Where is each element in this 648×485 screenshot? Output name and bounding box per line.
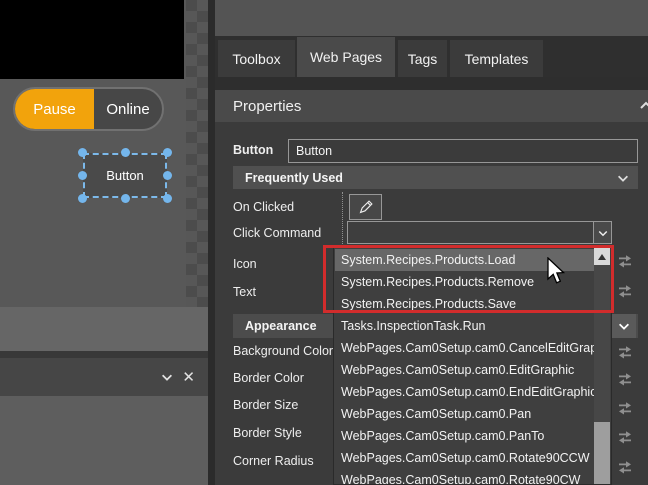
appearance-collapse-button[interactable] xyxy=(612,314,636,338)
resize-handle[interactable] xyxy=(163,194,172,203)
pause-label: Pause xyxy=(33,101,76,118)
tab-label: Tags xyxy=(408,51,438,67)
on-clicked-label: On Clicked xyxy=(233,200,294,214)
design-canvas[interactable]: Pause Online Button xyxy=(0,0,208,307)
click-command-label: Click Command xyxy=(233,226,321,240)
border-color-label: Border Color xyxy=(233,371,304,385)
element-type-label: Button xyxy=(233,143,273,157)
toolbar-strip xyxy=(215,0,648,36)
tab-label: Toolbox xyxy=(232,51,280,67)
dropdown-item[interactable]: WebPages.Cam0Setup.cam0.EditGraphic xyxy=(335,359,596,381)
panel-splitter[interactable] xyxy=(208,0,215,485)
tab-label: Web Pages xyxy=(310,49,382,65)
resize-handle[interactable] xyxy=(78,171,87,180)
swap-arrows-icon[interactable] xyxy=(615,253,635,269)
section-label: Frequently Used xyxy=(245,171,343,185)
chevron-down-icon xyxy=(617,319,631,333)
canvas-bottom-band xyxy=(0,307,208,351)
click-command-combobox[interactable] xyxy=(347,221,612,244)
background-color-label: Background Color xyxy=(233,344,333,358)
pause-online-toggle[interactable]: Pause Online xyxy=(13,87,164,131)
tab-tags[interactable]: Tags xyxy=(398,40,447,77)
text-label: Text xyxy=(233,285,256,299)
chevron-down-icon xyxy=(616,171,630,185)
pencil-icon xyxy=(357,199,374,216)
app-window: Pause Online Button ✕ Toolbox Web Pa xyxy=(0,0,648,485)
combobox-value xyxy=(348,222,593,243)
corner-radius-label: Corner Radius xyxy=(233,454,314,468)
section-label: Appearance xyxy=(245,319,317,333)
close-icon[interactable]: ✕ xyxy=(182,370,195,385)
pause-segment[interactable]: Pause xyxy=(15,89,94,129)
swap-arrows-icon[interactable] xyxy=(615,283,635,299)
tab-templates[interactable]: Templates xyxy=(450,40,543,77)
online-label: Online xyxy=(106,101,149,118)
resize-handle[interactable] xyxy=(163,171,172,180)
collapse-chevron-icon[interactable] xyxy=(160,370,174,384)
panel-tabbar: Toolbox Web Pages Tags Templates xyxy=(215,36,648,77)
resize-handle[interactable] xyxy=(78,148,87,157)
dropdown-item[interactable]: WebPages.Cam0Setup.cam0.EndEditGraphic xyxy=(335,381,596,403)
resize-handle[interactable] xyxy=(121,194,130,203)
mouse-cursor-icon xyxy=(546,257,568,287)
resize-handle[interactable] xyxy=(78,194,87,203)
border-size-label: Border Size xyxy=(233,398,298,412)
swap-arrows-icon[interactable] xyxy=(615,344,635,360)
tab-web-pages[interactable]: Web Pages xyxy=(297,37,395,77)
swap-arrows-icon[interactable] xyxy=(615,429,635,445)
dropdown-item[interactable]: WebPages.Cam0Setup.cam0.Pan xyxy=(335,403,596,425)
tab-label: Templates xyxy=(465,51,529,67)
properties-header[interactable]: Properties xyxy=(215,90,648,122)
camera-image-placeholder[interactable] xyxy=(0,0,184,79)
bottom-panel-body xyxy=(0,396,208,485)
dropdown-item[interactable]: WebPages.Cam0Setup.cam0.PanTo xyxy=(335,425,596,447)
element-name-input[interactable] xyxy=(288,139,638,163)
button-widget-face[interactable]: Button xyxy=(83,153,167,198)
grid-separator xyxy=(342,192,343,246)
chevron-down-icon xyxy=(597,227,609,239)
resize-handle[interactable] xyxy=(163,148,172,157)
panel-divider xyxy=(0,351,208,358)
dropdown-item[interactable]: WebPages.Cam0Setup.cam0.Rotate90CCW xyxy=(335,447,596,469)
transparency-checker xyxy=(186,0,208,307)
online-segment[interactable]: Online xyxy=(94,89,162,129)
resize-handle[interactable] xyxy=(121,148,130,157)
scrollbar-thumb[interactable] xyxy=(594,422,610,485)
selected-button-widget[interactable]: Button xyxy=(83,153,167,198)
section-frequently-used[interactable]: Frequently Used xyxy=(233,166,638,189)
bottom-panel-titlebar[interactable]: ✕ xyxy=(0,358,208,396)
edit-handler-button[interactable] xyxy=(349,194,382,220)
collapse-chevron-icon[interactable] xyxy=(638,98,648,114)
swap-arrows-icon[interactable] xyxy=(615,459,635,475)
button-widget-label: Button xyxy=(106,168,144,183)
dropdown-item[interactable]: Tasks.InspectionTask.Run xyxy=(335,315,596,337)
swap-arrows-icon[interactable] xyxy=(615,371,635,387)
combobox-dropdown-button[interactable] xyxy=(593,222,611,243)
properties-title: Properties xyxy=(233,98,301,115)
tab-toolbox[interactable]: Toolbox xyxy=(218,40,295,77)
icon-label: Icon xyxy=(233,257,257,271)
border-style-label: Border Style xyxy=(233,426,302,440)
annotation-red-box xyxy=(323,245,614,313)
dropdown-item[interactable]: WebPages.Cam0Setup.cam0.CancelEditGraphi… xyxy=(335,337,596,359)
dropdown-item[interactable]: WebPages.Cam0Setup.cam0.Rotate90CW xyxy=(335,469,596,485)
swap-arrows-icon[interactable] xyxy=(615,400,635,416)
